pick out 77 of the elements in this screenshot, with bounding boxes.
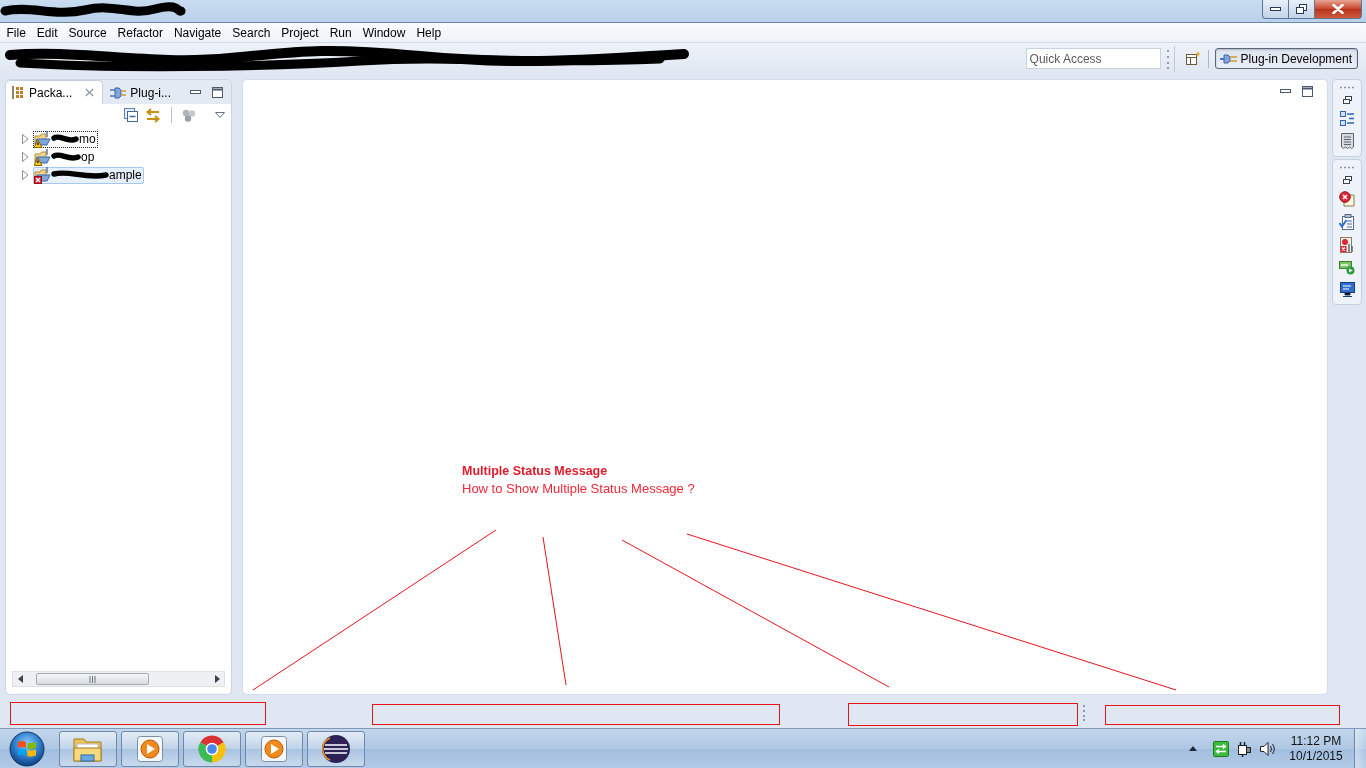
annotation-title: Multiple Status Message xyxy=(462,463,609,480)
expand-toggle-icon[interactable] xyxy=(22,152,29,162)
minimize-button[interactable] xyxy=(1262,0,1288,19)
filter-icon[interactable] xyxy=(182,108,196,122)
document-icon[interactable] xyxy=(1340,133,1354,149)
menu-item[interactable]: Source xyxy=(63,23,113,42)
close-icon xyxy=(1332,4,1344,14)
project-folder-icon xyxy=(34,148,51,166)
grip-lines-icon xyxy=(89,675,96,683)
menu-item[interactable]: Search xyxy=(226,23,276,42)
project-folder-icon xyxy=(34,130,51,148)
redaction-scribble xyxy=(51,150,81,164)
view-menu-icon[interactable] xyxy=(215,112,225,118)
scrollbar-thumb[interactable] xyxy=(36,673,149,685)
redaction-scribble xyxy=(51,132,79,146)
project-folder-icon xyxy=(34,166,51,184)
clock[interactable]: 11:12 PM 10/1/2015 xyxy=(1286,733,1346,764)
menu-item[interactable]: Navigate xyxy=(168,23,227,42)
collapse-all-icon[interactable] xyxy=(124,108,138,122)
volume-icon[interactable] xyxy=(1260,741,1276,756)
error-log-icon[interactable] xyxy=(1339,191,1355,207)
maximize-icon[interactable] xyxy=(1302,86,1313,97)
scroll-right-icon[interactable] xyxy=(214,675,220,683)
view-tab[interactable]: Plug-i... xyxy=(103,80,178,104)
progress-icon[interactable] xyxy=(1339,260,1355,275)
minimize-icon xyxy=(1270,7,1281,11)
menu-item[interactable]: Help xyxy=(410,23,447,42)
scroll-left-icon[interactable] xyxy=(18,675,24,683)
grip-handle[interactable] xyxy=(1166,48,1170,69)
menu-item[interactable]: Edit xyxy=(31,23,64,42)
grip-dots-icon[interactable] xyxy=(1340,86,1354,89)
horizontal-scrollbar[interactable] xyxy=(12,671,225,687)
eclipse-icon xyxy=(321,733,351,764)
menu-item[interactable]: Run xyxy=(324,23,358,42)
show-desktop-button[interactable] xyxy=(1354,729,1366,768)
expand-toggle-icon[interactable] xyxy=(22,170,29,180)
view-tab[interactable]: Packa... xyxy=(6,80,104,104)
annotation-text: How to Show Multiple Status Message ? xyxy=(462,480,695,498)
sync-icon[interactable] xyxy=(1213,740,1229,757)
media-player-icon xyxy=(261,735,287,762)
console-icon[interactable] xyxy=(1339,282,1355,297)
close-button[interactable] xyxy=(1314,0,1362,19)
open-perspective-icon[interactable] xyxy=(1185,51,1201,66)
menu-item[interactable]: Project xyxy=(275,23,325,42)
outline-icon[interactable] xyxy=(1339,111,1355,126)
menu-item[interactable]: Window xyxy=(357,23,411,42)
plug-icon xyxy=(110,85,127,100)
restore-icon xyxy=(1296,4,1307,14)
media-player-icon xyxy=(137,735,163,762)
problems-icon[interactable] xyxy=(1339,237,1355,253)
task-list-icon[interactable] xyxy=(1339,214,1355,230)
restore-button[interactable] xyxy=(1288,0,1314,19)
tree-item[interactable]: op xyxy=(33,148,97,166)
restore-icon[interactable] xyxy=(1342,176,1352,184)
minimize-icon[interactable] xyxy=(1280,89,1291,94)
package-icon xyxy=(12,86,24,99)
restore-icon[interactable] xyxy=(1342,96,1352,104)
browser-icon xyxy=(197,733,227,764)
expand-toggle-icon[interactable] xyxy=(22,134,29,144)
taskbar-button[interactable] xyxy=(307,730,365,767)
close-icon[interactable] xyxy=(85,88,95,97)
maximize-icon[interactable] xyxy=(212,86,223,98)
menu-item[interactable]: File xyxy=(1,23,32,42)
power-plug-icon[interactable] xyxy=(1236,740,1251,757)
minimize-icon[interactable] xyxy=(190,89,201,95)
link-arrows-icon[interactable] xyxy=(145,107,161,123)
plug-icon xyxy=(1219,52,1238,65)
quick-access-field[interactable]: Quick Access xyxy=(1025,48,1161,69)
grip-handle[interactable] xyxy=(1083,705,1085,721)
start-button-icon[interactable] xyxy=(9,730,45,767)
redaction-scribble xyxy=(51,168,109,182)
tree-item[interactable]: ample xyxy=(33,166,144,184)
menu-item[interactable]: Refactor xyxy=(112,23,169,42)
show-hidden-icons-icon[interactable] xyxy=(1189,746,1197,751)
perspective-button[interactable]: Plug-in Development xyxy=(1214,48,1358,69)
grip-dots-icon[interactable] xyxy=(1340,166,1354,169)
tree-item[interactable]: mo xyxy=(33,130,98,148)
